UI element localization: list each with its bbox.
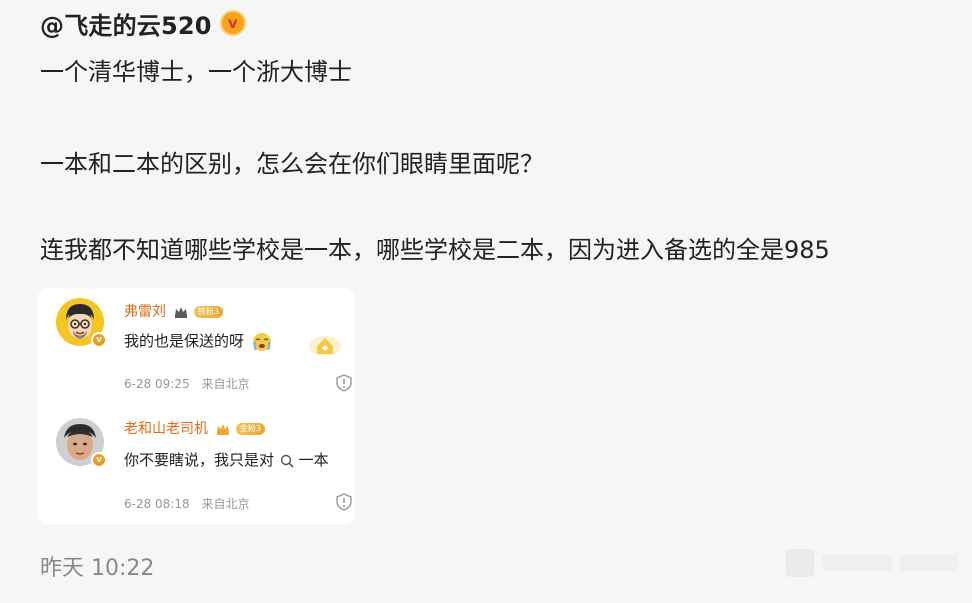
comment-author-name[interactable]: 老和山老司机 xyxy=(124,421,208,437)
comment-item: v 弗雷刘 铁粉3 我的也是保送的呀 6-28 09:25 来自北京 xyxy=(38,288,355,400)
crying-emoji-icon xyxy=(252,332,271,351)
comments-screenshot-card[interactable]: v 弗雷刘 铁粉3 我的也是保送的呀 6-28 09:25 来自北京 v 老和山… xyxy=(38,288,355,524)
post-text-line-3: 连我都不知道哪些学校是一本，哪些学校是二本，因为进入备选的全是985 xyxy=(40,236,830,264)
fan-badge: 金粉3 xyxy=(235,423,265,435)
shield-report-icon[interactable] xyxy=(335,374,353,392)
house-sticker-icon xyxy=(309,336,341,356)
verified-badge-icon: v xyxy=(219,10,246,36)
comment-text: 我的也是保送的呀 xyxy=(124,330,273,352)
watermark-logo-icon xyxy=(786,549,958,577)
fan-badge: 铁粉3 xyxy=(193,306,223,318)
crown-icon xyxy=(217,424,230,435)
comment-text-content: 你不要瞎说，我只是对 xyxy=(124,451,275,469)
post-header: @飞走的云520 v xyxy=(40,6,246,41)
comment-date: 6-28 08:18 xyxy=(124,497,190,511)
verified-small-icon: v xyxy=(91,332,107,348)
post-timestamp: 昨天 10:22 xyxy=(40,556,155,581)
search-link-text[interactable]: 一本 xyxy=(299,451,329,469)
comment-author[interactable]: 老和山老司机 金粉3 xyxy=(124,418,265,438)
verified-small-icon: v xyxy=(91,452,107,468)
post-text-line-1: 一个清华博士，一个浙大博士 xyxy=(40,58,352,86)
comment-meta: 6-28 09:25 来自北京 xyxy=(124,375,249,392)
post-text-line-2: 一本和二本的区别，怎么会在你们眼睛里面呢？ xyxy=(40,150,544,178)
comment-text: 你不要瞎说，我只是对 一本 xyxy=(124,449,329,470)
crown-icon xyxy=(175,307,188,318)
post-username[interactable]: @飞走的云520 xyxy=(40,6,212,41)
comment-author-name[interactable]: 弗雷刘 xyxy=(124,304,166,320)
comment-item: v 老和山老司机 金粉3 你不要瞎说，我只是对 一本 6-28 08:18 来自… xyxy=(38,406,355,524)
avatar[interactable]: v xyxy=(56,418,107,468)
search-icon[interactable] xyxy=(280,454,294,468)
comment-meta: 6-28 08:18 来自北京 xyxy=(124,495,249,512)
shield-report-icon[interactable] xyxy=(335,493,353,511)
comment-location: 来自北京 xyxy=(201,497,250,511)
avatar[interactable]: v xyxy=(56,298,107,348)
comment-author[interactable]: 弗雷刘 铁粉3 xyxy=(124,301,223,321)
comment-location: 来自北京 xyxy=(201,377,250,391)
comment-date: 6-28 09:25 xyxy=(124,377,190,391)
comment-text-content: 我的也是保送的呀 xyxy=(124,332,245,350)
